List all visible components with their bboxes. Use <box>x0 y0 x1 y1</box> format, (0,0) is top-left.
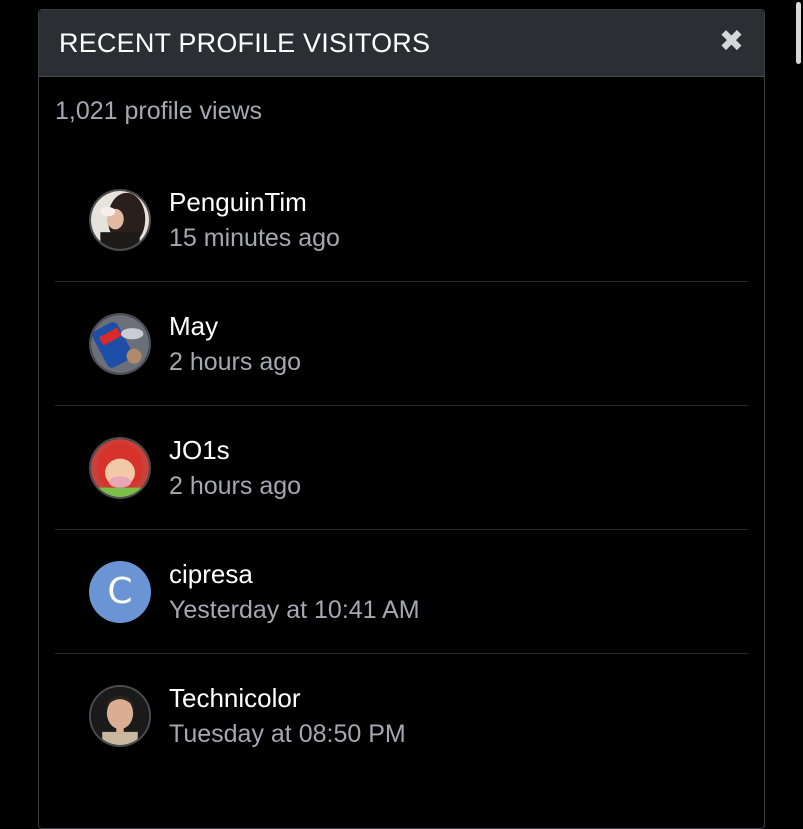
avatar[interactable] <box>89 436 151 499</box>
letter-avatar[interactable]: C <box>89 560 151 623</box>
visitor-name[interactable]: cipresa <box>169 556 420 592</box>
visitor-item: JO1s 2 hours ago <box>55 406 748 530</box>
visitor-name[interactable]: PenguinTim <box>169 184 340 220</box>
visitor-name[interactable]: JO1s <box>169 432 301 468</box>
visit-time: 15 minutes ago <box>169 223 340 252</box>
visitor-name[interactable]: May <box>169 308 301 344</box>
avatar[interactable] <box>89 312 151 375</box>
visit-time: Tuesday at 08:50 PM <box>169 720 406 748</box>
avatar[interactable] <box>89 188 151 251</box>
visitor-item: Technicolor Tuesday at 08:50 PM <box>55 654 748 778</box>
visitor-item: PenguinTim 15 minutes ago <box>55 158 748 282</box>
visitor-item: C cipresa Yesterday at 10:41 AM <box>55 530 748 654</box>
close-icon[interactable]: ✖ <box>719 27 744 57</box>
modal-title: RECENT PROFILE VISITORS <box>59 27 431 58</box>
visitor-item: May 2 hours ago <box>55 282 748 406</box>
visit-time: 2 hours ago <box>169 347 302 376</box>
scrollbar-thumb[interactable] <box>796 2 801 64</box>
recent-visitors-modal: RECENT PROFILE VISITORS ✖ 1,021 profile … <box>38 9 765 829</box>
profile-views-count: 1,021 profile views <box>55 97 263 125</box>
modal-header: RECENT PROFILE VISITORS ✖ <box>39 10 764 77</box>
visitor-name[interactable]: Technicolor <box>169 680 406 716</box>
visit-time: 2 hours ago <box>169 471 302 500</box>
visit-time: Yesterday at 10:41 AM <box>169 595 420 624</box>
avatar[interactable] <box>89 685 151 747</box>
scrollbar[interactable] <box>793 0 803 800</box>
visitor-list: PenguinTim 15 minutes ago May 2 hours ag… <box>39 158 764 778</box>
